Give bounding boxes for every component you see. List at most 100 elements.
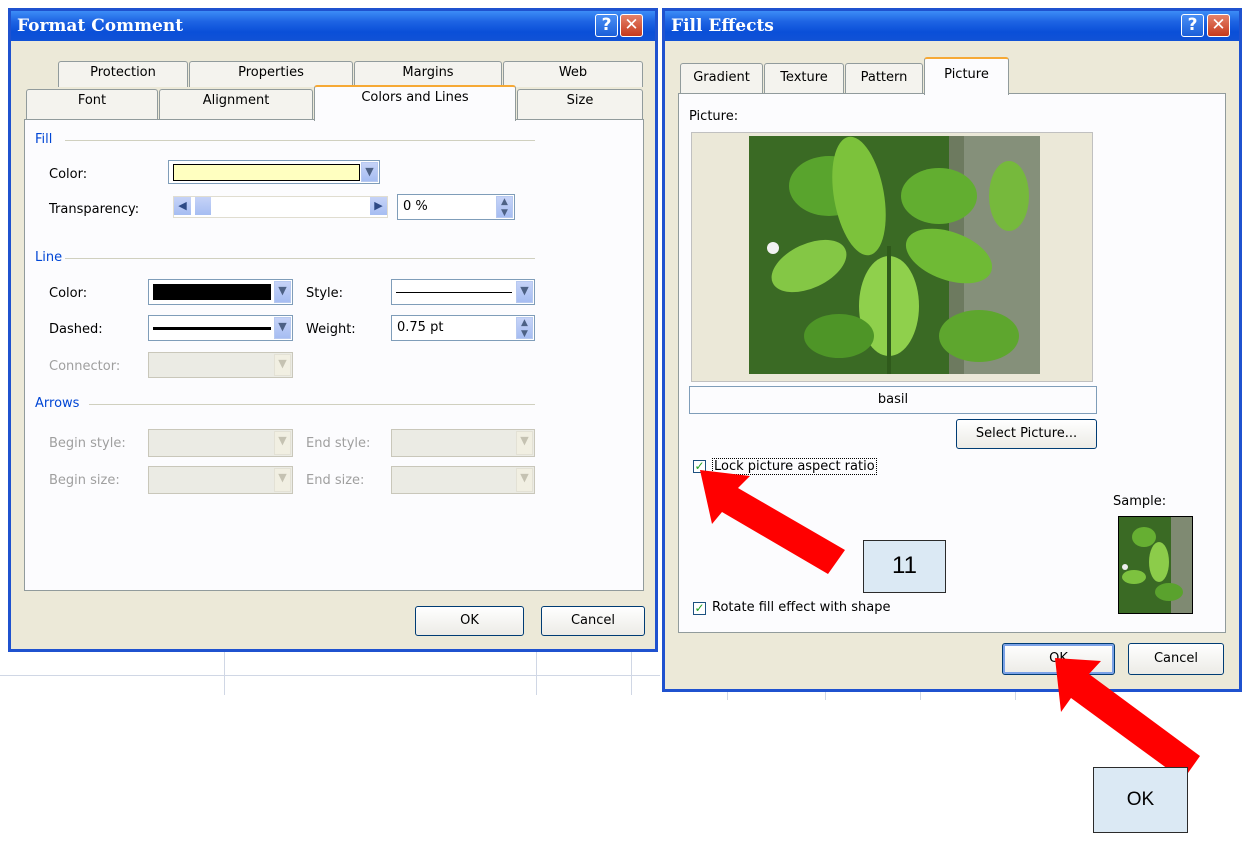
tab-label: Properties [238,65,304,80]
fill-section-header: Fill [35,132,53,147]
dialog-title: Format Comment [17,16,184,36]
picture-name-field: basil [689,386,1097,414]
section-divider [65,140,535,141]
step-number-callout: 11 [863,540,946,593]
chevron-down-icon: ▼ [516,431,533,455]
dashed-dropdown[interactable]: ▼ [148,315,293,341]
select-picture-button[interactable]: Select Picture... [956,419,1097,449]
tab-size[interactable]: Size [517,89,643,119]
tab-label: Font [77,93,107,108]
weight-label: Weight: [306,322,356,337]
tab-label: Texture [780,70,828,85]
spinner-arrows-icon[interactable]: ▲ ▼ [496,196,513,218]
chevron-down-icon[interactable]: ▼ [274,281,291,303]
end-style-dropdown: ▼ [391,429,535,457]
line-color-dropdown[interactable]: ▼ [148,279,293,305]
tab-gradient[interactable]: Gradient [680,63,763,93]
fill-color-dropdown[interactable]: ▼ [168,160,380,184]
tab-label: Picture [944,67,989,82]
tab-colors-and-lines[interactable]: Colors and Lines [314,85,516,121]
dashed-preview [153,327,271,330]
tab-label: Margins [402,65,454,80]
chevron-down-icon: ▼ [274,431,291,455]
format-comment-dialog: Format Comment ? ✕ Protection Properties… [8,8,658,652]
help-icon[interactable]: ? [1181,14,1204,37]
transparency-label: Transparency: [49,202,140,217]
begin-style-label: Begin style: [49,436,126,451]
connector-label: Connector: [49,359,121,374]
grid-col-line [224,650,225,695]
tab-label: Alignment [202,93,270,108]
rotate-fill-label[interactable]: Rotate fill effect with shape [712,600,891,615]
sample-preview [1118,516,1193,614]
end-size-dropdown: ▼ [391,466,535,494]
tab-label: Gradient [693,70,750,85]
line-section-header: Line [35,250,63,265]
slider-right-arrow-icon[interactable]: ▶ [370,197,387,215]
tab-web[interactable]: Web [503,61,643,87]
tab-pattern[interactable]: Pattern [845,63,923,93]
tab-font[interactable]: Font [26,89,158,119]
chevron-down-icon[interactable]: ▼ [516,281,533,303]
dashed-label: Dashed: [49,322,103,337]
fill-color-label: Color: [49,167,88,182]
colors-and-lines-panel: Fill Color: ▼ Transparency: ◀ ▶ 0 % ▲ ▼ L… [24,119,644,591]
chevron-down-icon: ▼ [516,468,533,492]
begin-style-dropdown: ▼ [148,429,293,457]
tab-label: Web [558,65,588,80]
end-size-label: End size: [306,473,365,488]
transparency-spinner[interactable]: 0 % ▲ ▼ [397,194,515,220]
slider-left-arrow-icon[interactable]: ◀ [174,197,191,215]
tab-label: Pattern [860,70,908,85]
fill-color-swatch [173,164,360,181]
weight-value: 0.75 pt [397,320,444,335]
help-icon[interactable]: ? [595,14,618,37]
fill-effects-title-bar[interactable]: Fill Effects ? ✕ [665,11,1239,41]
grid-row-line [0,675,660,676]
chevron-down-icon: ▼ [274,468,291,492]
tab-protection[interactable]: Protection [58,61,188,87]
grid-col-line [631,650,632,695]
chevron-down-icon: ▼ [274,354,291,376]
ok-note: OK [1126,789,1155,810]
cancel-button[interactable]: Cancel [541,606,645,636]
fill-effects-dialog: Fill Effects ? ✕ Gradient Texture Patter… [662,8,1242,692]
dialog-title: Fill Effects [671,16,774,36]
tab-alignment[interactable]: Alignment [159,89,313,119]
rotate-fill-checkbox[interactable]: ✓ [693,602,706,615]
end-style-label: End style: [306,436,371,451]
weight-spinner[interactable]: 0.75 pt ▲ ▼ [391,315,535,341]
picture-label: Picture: [689,109,739,124]
line-style-preview [396,292,512,293]
begin-size-dropdown: ▼ [148,466,293,494]
spinner-arrows-icon[interactable]: ▲ ▼ [516,317,533,339]
line-style-label: Style: [306,286,344,301]
close-icon[interactable]: ✕ [620,14,643,37]
slider-thumb[interactable] [195,197,211,215]
red-arrow-lock-aspect [700,470,845,574]
tab-label: Protection [90,65,156,80]
sample-label: Sample: [1113,494,1167,509]
tab-margins[interactable]: Margins [354,61,502,87]
tab-properties[interactable]: Properties [189,61,353,87]
section-divider [65,258,535,259]
basil-picture [749,136,1040,374]
transparency-slider[interactable]: ◀ ▶ [173,196,388,218]
line-color-swatch [153,284,271,300]
tab-label: Colors and Lines [361,90,469,105]
connector-dropdown: ▼ [148,352,293,378]
picture-name: basil [877,392,909,407]
grid-col-line [536,650,537,695]
ok-button[interactable]: OK [415,606,524,636]
line-style-dropdown[interactable]: ▼ [391,279,535,305]
tab-texture[interactable]: Texture [764,63,844,93]
tab-picture[interactable]: Picture [924,57,1009,95]
ok-note-callout: OK [1093,767,1188,833]
red-arrow-ok [1055,658,1200,780]
line-color-label: Color: [49,286,88,301]
step-number: 11 [892,552,917,579]
format-comment-title-bar[interactable]: Format Comment ? ✕ [11,11,655,41]
chevron-down-icon[interactable]: ▼ [361,162,378,182]
close-icon[interactable]: ✕ [1207,14,1230,37]
chevron-down-icon[interactable]: ▼ [274,317,291,339]
